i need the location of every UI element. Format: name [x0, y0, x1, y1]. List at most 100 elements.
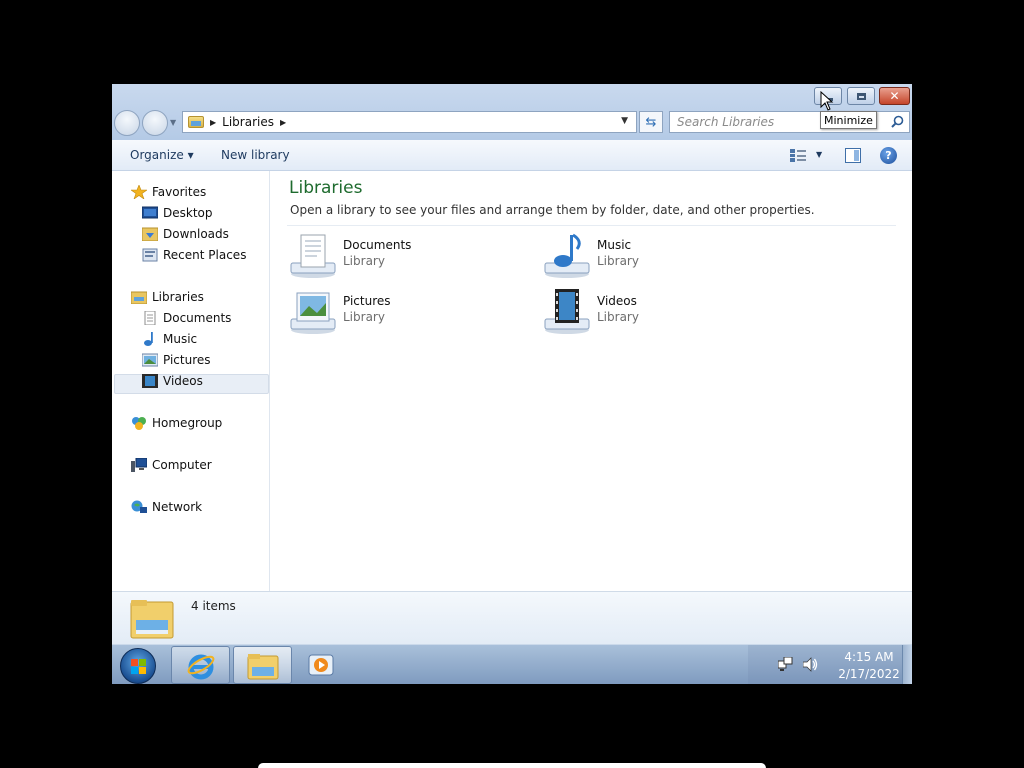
nav-recent-places[interactable]: Recent Places — [142, 244, 246, 265]
library-tile-videos[interactable]: Videos Library — [543, 285, 783, 335]
divider — [287, 225, 896, 226]
library-tile-documents[interactable]: Documents Library — [289, 229, 529, 279]
nav-music[interactable]: Music — [142, 328, 197, 349]
taskbar-windows-explorer[interactable] — [233, 646, 292, 684]
breadcrumb-libraries[interactable]: Libraries — [222, 115, 274, 129]
preview-pane-icon[interactable] — [845, 148, 861, 163]
bottom-edge-bar — [258, 763, 766, 768]
nav-videos[interactable]: Videos — [142, 370, 203, 391]
page-title: Libraries — [289, 178, 363, 198]
nav-documents[interactable]: Documents — [142, 307, 231, 328]
mouse-cursor-icon — [820, 91, 834, 111]
chevron-right-icon[interactable]: ▶ — [210, 118, 216, 127]
nav-downloads[interactable]: Downloads — [142, 223, 229, 244]
library-tile-music[interactable]: Music Library — [543, 229, 783, 279]
videos-icon — [142, 373, 158, 388]
organize-button[interactable]: Organize ▾ — [130, 148, 194, 162]
network-status-icon[interactable] — [778, 657, 793, 672]
navigation-pane: Favorites Desktop Downloads Recent Place… — [112, 171, 270, 591]
music-library-icon — [544, 233, 590, 278]
nav-videos-label: Videos — [163, 373, 203, 388]
nav-network-label: Network — [152, 499, 203, 514]
computer-icon — [131, 457, 147, 472]
notification-area: 4:15 AM 2/17/2022 — [748, 645, 903, 684]
recent-places-icon — [142, 248, 158, 261]
nav-pictures-label: Pictures — [163, 352, 211, 367]
nav-pictures[interactable]: Pictures — [142, 349, 211, 370]
desktop-icon — [142, 206, 158, 218]
downloads-folder-icon — [142, 227, 158, 241]
command-bar: Organize ▾ New library ▼ ? — [112, 140, 912, 171]
search-placeholder: Search Libraries — [677, 115, 775, 129]
recent-pages-dropdown-icon[interactable]: ▼ — [170, 118, 176, 127]
library-type: Library — [343, 310, 385, 324]
nav-computer-label: Computer — [152, 457, 212, 472]
music-icon — [144, 331, 153, 346]
videos-library-icon — [544, 289, 590, 334]
windows-flag-icon — [139, 659, 146, 666]
library-name: Music — [597, 238, 632, 252]
star-icon — [131, 184, 147, 199]
library-name: Videos — [597, 294, 637, 308]
show-desktop-button[interactable] — [902, 645, 912, 684]
nav-desktop[interactable]: Desktop — [142, 202, 213, 223]
taskbar-internet-explorer[interactable] — [171, 646, 230, 684]
internet-explorer-icon — [187, 654, 215, 680]
library-type: Library — [597, 310, 639, 324]
maximize-icon — [856, 92, 866, 100]
documents-library-icon — [290, 234, 336, 278]
nav-recent-places-label: Recent Places — [163, 247, 247, 262]
nav-music-label: Music — [163, 331, 198, 346]
library-tile-pictures[interactable]: Pictures Library — [289, 285, 529, 335]
windows-flag-icon — [131, 667, 138, 674]
chevron-right-icon[interactable]: ▶ — [280, 118, 286, 127]
volume-icon[interactable] — [803, 657, 818, 672]
nav-network[interactable]: Network — [131, 496, 202, 517]
desktop-screen: ✕ ▼ ▶ Libraries ▶ ▼ ⇆ Search Libraries O… — [112, 84, 912, 684]
address-dropdown-icon[interactable]: ▼ — [621, 116, 628, 126]
start-button[interactable] — [120, 648, 156, 684]
libraries-folder-icon — [188, 116, 204, 128]
pictures-icon — [142, 353, 158, 366]
windows-flag-icon — [139, 667, 146, 674]
details-pane: 4 items — [112, 591, 912, 644]
nav-downloads-label: Downloads — [163, 226, 229, 241]
homegroup-icon — [132, 416, 146, 430]
items-count: 4 items — [191, 599, 236, 613]
nav-favorites[interactable]: Favorites — [131, 181, 206, 202]
network-icon — [131, 500, 147, 513]
taskbar: 4:15 AM 2/17/2022 — [112, 644, 912, 684]
nav-homegroup[interactable]: Homegroup — [131, 412, 222, 433]
close-button[interactable]: ✕ — [879, 87, 910, 105]
new-library-button[interactable]: New library — [221, 148, 290, 162]
nav-libraries[interactable]: Libraries — [131, 286, 204, 307]
refresh-button[interactable]: ⇆ — [639, 111, 663, 133]
back-button[interactable] — [114, 110, 140, 136]
pictures-library-icon — [290, 292, 336, 334]
page-description: Open a library to see your files and arr… — [290, 203, 815, 217]
search-icon[interactable] — [891, 115, 904, 128]
library-type: Library — [343, 254, 385, 268]
clock-time[interactable]: 4:15 AM — [840, 650, 898, 664]
window-titlebar[interactable]: ✕ ▼ ▶ Libraries ▶ ▼ ⇆ Search Libraries — [112, 84, 912, 140]
documents-icon — [144, 310, 156, 325]
nav-documents-label: Documents — [163, 310, 232, 325]
clock-date[interactable]: 2/17/2022 — [836, 667, 902, 681]
refresh-icon: ⇆ — [645, 114, 657, 130]
nav-homegroup-label: Homegroup — [152, 415, 223, 430]
more-views-dropdown-icon[interactable]: ▼ — [816, 150, 822, 159]
windows-media-player-icon[interactable] — [308, 654, 334, 676]
content-pane: Libraries Open a library to see your fil… — [271, 171, 912, 591]
libraries-folder-icon — [130, 600, 174, 639]
nav-computer[interactable]: Computer — [131, 454, 212, 475]
change-view-icon[interactable] — [790, 149, 806, 162]
nav-desktop-label: Desktop — [163, 205, 213, 220]
help-icon[interactable]: ? — [880, 147, 897, 164]
nav-favorites-label: Favorites — [152, 184, 207, 199]
address-bar[interactable]: ▶ Libraries ▶ ▼ — [182, 111, 637, 133]
nav-libraries-label: Libraries — [152, 289, 204, 304]
libraries-icon — [131, 291, 147, 304]
windows-flag-icon — [131, 659, 138, 666]
forward-button[interactable] — [142, 110, 168, 136]
maximize-button[interactable] — [847, 87, 875, 105]
